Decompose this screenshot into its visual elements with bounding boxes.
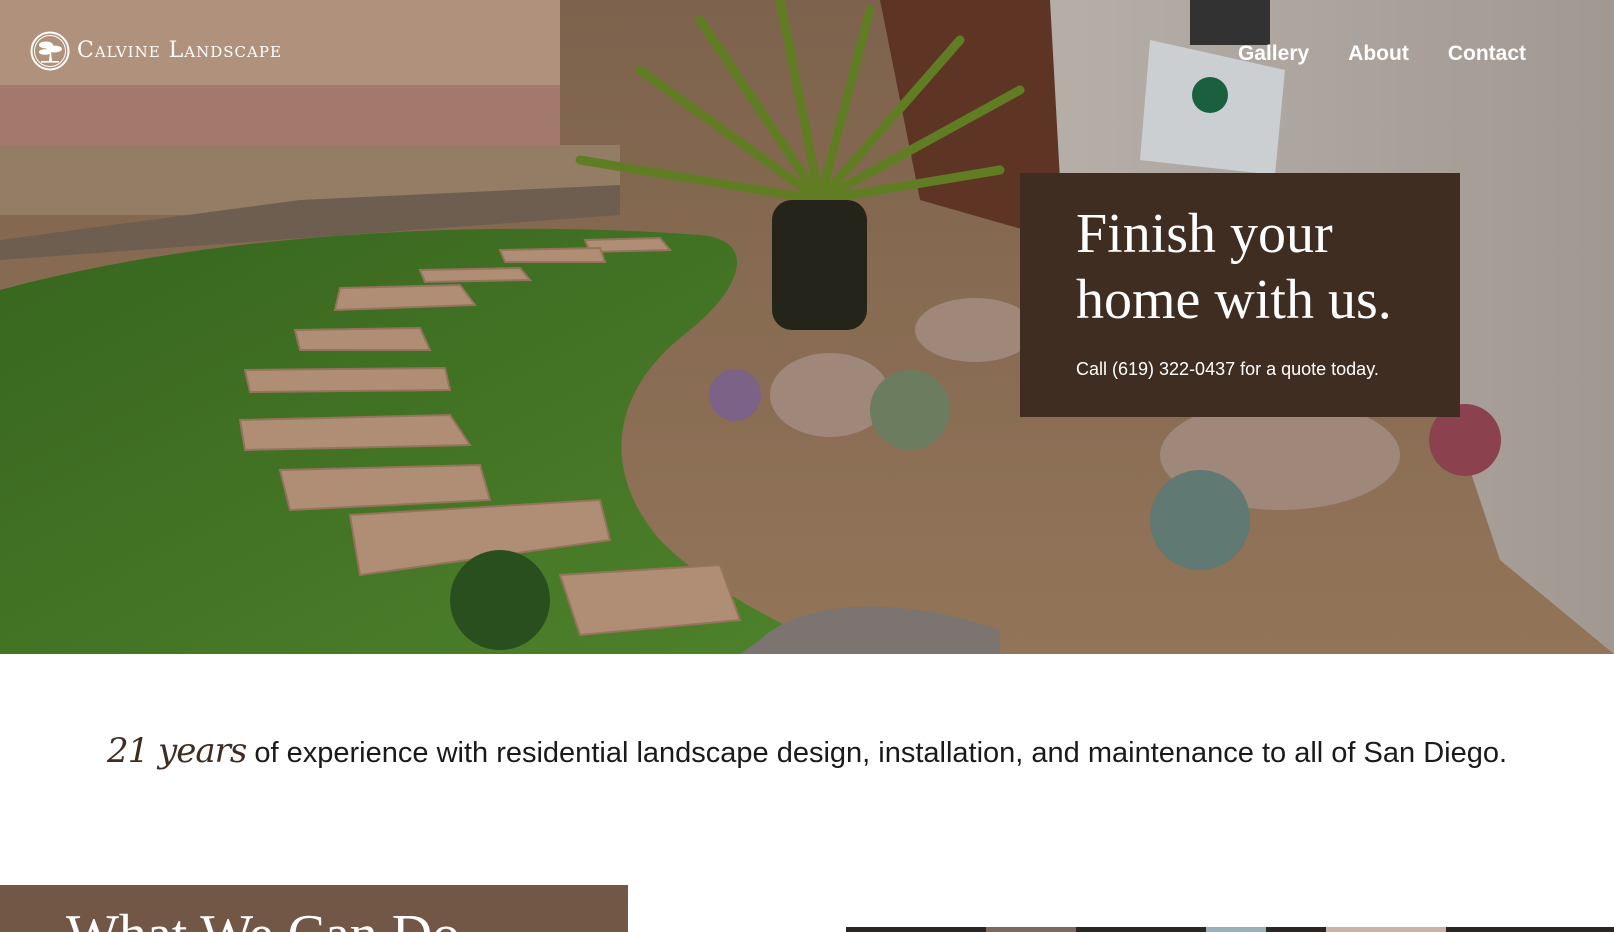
logo-link[interactable]: Calvine Landscape: [30, 30, 282, 72]
years-highlight: 21 years: [106, 731, 247, 771]
hero-headline: Finish your home with us.: [1076, 203, 1392, 331]
experience-statement: 21 years of experience with residential …: [0, 730, 1614, 774]
services-preview-image: [846, 927, 1614, 932]
tree-logo-icon: [30, 31, 70, 71]
nav-contact-link[interactable]: Contact: [1448, 42, 1526, 66]
hero-phone-text: Call (619) 322-0437 for a quote today.: [1076, 359, 1379, 379]
nav-menu: Gallery About Contact: [1199, 42, 1526, 66]
services-title: What We Can Do: [66, 903, 460, 932]
services-header: What We Can Do: [0, 885, 628, 932]
hero-promo-box: Finish your home with us. Call (619) 322…: [1020, 173, 1460, 417]
brand-name: Calvine Landscape: [77, 38, 282, 63]
nav-about-link[interactable]: About: [1348, 42, 1409, 66]
hero-section: Calvine Landscape Gallery About Contact …: [0, 0, 1614, 654]
top-navigation: Calvine Landscape Gallery About Contact: [0, 0, 1614, 110]
nav-gallery-link[interactable]: Gallery: [1238, 42, 1309, 66]
experience-text: of experience with residential landscape…: [246, 737, 1508, 769]
